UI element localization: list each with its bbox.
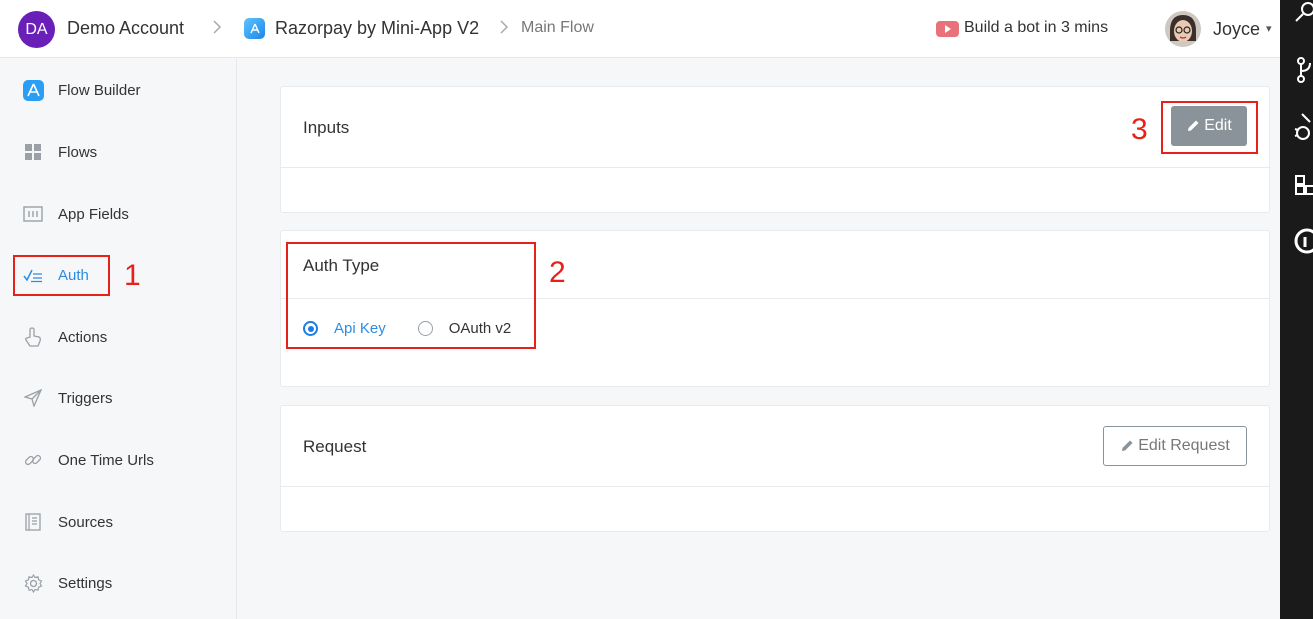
caret-down-icon[interactable]: ▾ — [1266, 22, 1272, 35]
fields-icon — [22, 203, 44, 225]
inputs-card: Inputs Edit — [280, 86, 1270, 213]
extensions-icon[interactable] — [1294, 172, 1313, 195]
sidebar-item-settings[interactable]: Settings — [22, 571, 112, 595]
annotation-box-3 — [1161, 101, 1258, 154]
account-name[interactable]: Demo Account — [67, 18, 184, 39]
sidebar-item-label: Sources — [58, 513, 114, 531]
annotation-box-1 — [13, 255, 110, 296]
pencil-icon — [1122, 440, 1133, 451]
user-name[interactable]: Joyce — [1213, 19, 1260, 40]
sidebar-item-one-time-urls[interactable]: One Time Urls — [22, 448, 154, 472]
paper-plane-icon — [22, 387, 44, 409]
sidebar: Flow Builder Flows App Fields Auth Actio… — [0, 59, 237, 619]
request-title: Request — [303, 437, 367, 456]
grid-icon — [22, 141, 44, 163]
sidebar-item-actions[interactable]: Actions — [22, 325, 107, 349]
annotation-number-2: 2 — [549, 256, 566, 289]
sidebar-item-label: App Fields — [58, 205, 129, 223]
top-bar: DA Demo Account Razorpay by Mini-App V2 … — [0, 0, 1280, 58]
sidebar-item-app-fields[interactable]: App Fields — [22, 202, 129, 226]
source-control-icon[interactable] — [1294, 57, 1313, 83]
flow-name-breadcrumb[interactable]: Main Flow — [521, 19, 594, 37]
info-icon[interactable] — [1294, 228, 1313, 254]
edit-request-button[interactable]: Edit Request — [1103, 426, 1247, 466]
breadcrumb-chevron-icon — [499, 19, 509, 40]
edit-request-label: Edit Request — [1138, 437, 1230, 454]
request-card: Request Edit Request — [280, 405, 1270, 532]
sidebar-item-label: Flows — [58, 143, 98, 161]
sidebar-item-label: Actions — [58, 328, 108, 346]
app-store-icon — [244, 18, 265, 39]
book-icon — [22, 511, 44, 533]
breadcrumb-chevron-icon — [212, 19, 222, 40]
annotation-number-3: 3 — [1131, 113, 1148, 146]
gear-icon — [22, 572, 44, 594]
account-avatar[interactable]: DA — [18, 11, 55, 48]
app-store-icon — [22, 79, 44, 101]
sidebar-item-label: One Time Urls — [58, 451, 154, 469]
user-avatar[interactable] — [1165, 11, 1201, 47]
build-bot-link[interactable]: Build a bot in 3 mins — [964, 19, 1108, 37]
inputs-card-header: Inputs Edit — [281, 87, 1269, 168]
sidebar-item-flows[interactable]: Flows — [22, 140, 97, 164]
request-card-header: Request Edit Request — [281, 406, 1269, 487]
sidebar-item-label: Triggers — [58, 389, 113, 407]
annotation-number-1: 1 — [124, 259, 141, 292]
inputs-title: Inputs — [303, 118, 350, 137]
youtube-icon[interactable] — [936, 21, 959, 37]
debug-icon[interactable] — [1294, 112, 1313, 140]
search-icon[interactable] — [1294, 2, 1313, 24]
link-icon — [22, 449, 44, 471]
app-name-breadcrumb[interactable]: Razorpay by Mini-App V2 — [275, 18, 479, 39]
annotation-box-2 — [286, 242, 536, 349]
sidebar-item-sources[interactable]: Sources — [22, 510, 113, 534]
hand-pointer-icon — [22, 326, 44, 348]
side-panel-strip — [1280, 0, 1313, 619]
sidebar-item-flow-builder[interactable]: Flow Builder — [22, 78, 141, 102]
sidebar-item-triggers[interactable]: Triggers — [22, 386, 112, 410]
sidebar-item-label: Flow Builder — [58, 81, 141, 99]
sidebar-item-label: Settings — [58, 574, 113, 592]
